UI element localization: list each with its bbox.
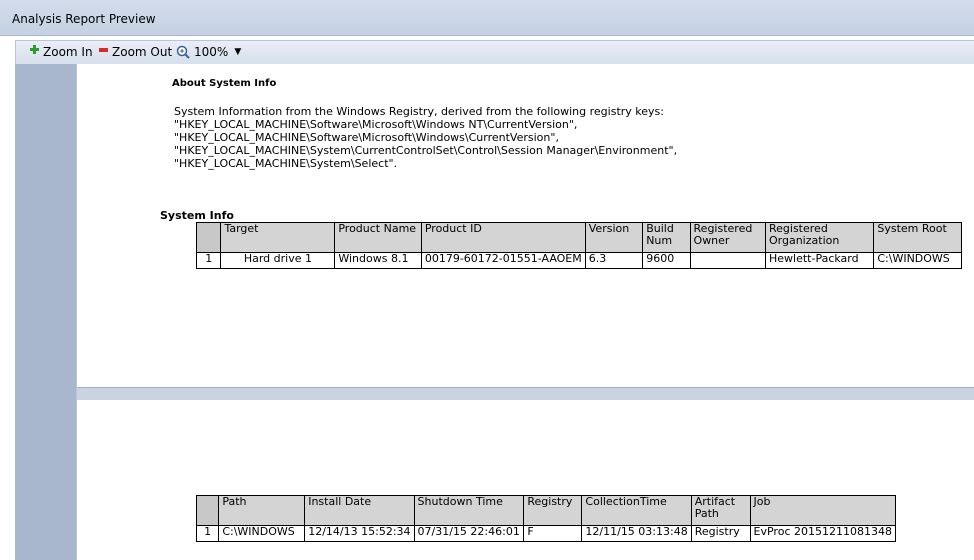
column-header: Shutdown Time (413, 495, 525, 526)
title-bar: Analysis Report Preview (0, 0, 974, 36)
row-number-header (195, 495, 220, 526)
column-header: Product Name (334, 222, 422, 253)
chevron-down-icon: ▼ (234, 47, 242, 57)
table-cell: 07/31/15 22:46:01 (413, 525, 525, 542)
column-header: System Root (873, 222, 962, 253)
column-header: CollectionTime (581, 495, 692, 526)
table-row: 1 C:\WINDOWS 12/14/13 15:52:34 07/31/15 … (195, 525, 897, 542)
table-cell: 12/14/13 15:52:34 (304, 525, 415, 542)
magnifier-icon (176, 45, 190, 59)
column-header: Version (584, 222, 644, 253)
about-heading: About System Info (172, 78, 277, 89)
zoom-level-value: 100% (194, 45, 229, 59)
column-header: Artifact Path (690, 495, 751, 526)
table-cell: Registry (690, 525, 751, 542)
table-cell: Hewlett-Packard (764, 252, 875, 269)
zoom-out-button[interactable]: Zoom Out (99, 45, 172, 59)
about-body: System Information from the Windows Regi… (174, 105, 678, 170)
table-cell: C:\WINDOWS (873, 252, 962, 269)
system-info-table: Target Product Name Product ID Version B… (195, 222, 962, 269)
column-header: Registered Organization (764, 222, 875, 253)
minus-icon (99, 45, 108, 54)
table-cell: F (523, 525, 583, 542)
window-title: Analysis Report Preview (12, 12, 156, 26)
table-cell: 6.3 (584, 252, 644, 269)
table-cell (689, 252, 767, 269)
row-number-header (195, 222, 222, 253)
row-number: 1 (195, 252, 222, 269)
toolbar: Zoom In Zoom Out 100% ▼ (15, 40, 974, 64)
system-details-table: Path Install Date Shutdown Time Registry… (195, 495, 897, 542)
column-header: Registered Owner (689, 222, 767, 253)
column-header: Build Num (642, 222, 691, 253)
column-header: Product ID (420, 222, 586, 253)
left-panel (15, 64, 76, 560)
column-header: Job (749, 495, 897, 526)
table-cell: EvProc 20151211081348 (749, 525, 897, 542)
column-header: Path (218, 495, 306, 526)
zoom-in-label: Zoom In (43, 45, 93, 59)
table-header-row: Path Install Date Shutdown Time Registry… (195, 495, 897, 526)
table-cell: 12/11/15 03:13:48 (581, 525, 692, 542)
page-separator (77, 387, 974, 400)
column-header: Install Date (304, 495, 415, 526)
table-cell: 00179-60172-01551-AAOEM (420, 252, 586, 269)
table-cell: 9600 (642, 252, 691, 269)
table-cell: Hard drive 1 (220, 252, 336, 269)
table-cell: Windows 8.1 (334, 252, 422, 269)
zoom-level-dropdown[interactable]: 100% ▼ (176, 45, 241, 59)
zoom-in-button[interactable]: Zoom In (30, 44, 93, 59)
column-header: Registry (523, 495, 583, 526)
plus-icon (30, 44, 39, 54)
table-cell: C:\WINDOWS (218, 525, 306, 542)
table-row: 1 Hard drive 1 Windows 8.1 00179-60172-0… (195, 252, 962, 269)
zoom-out-label: Zoom Out (112, 45, 173, 59)
system-info-heading: System Info (160, 209, 234, 222)
column-header: Target (220, 222, 336, 253)
row-number: 1 (195, 525, 220, 542)
table-header-row: Target Product Name Product ID Version B… (195, 222, 962, 253)
